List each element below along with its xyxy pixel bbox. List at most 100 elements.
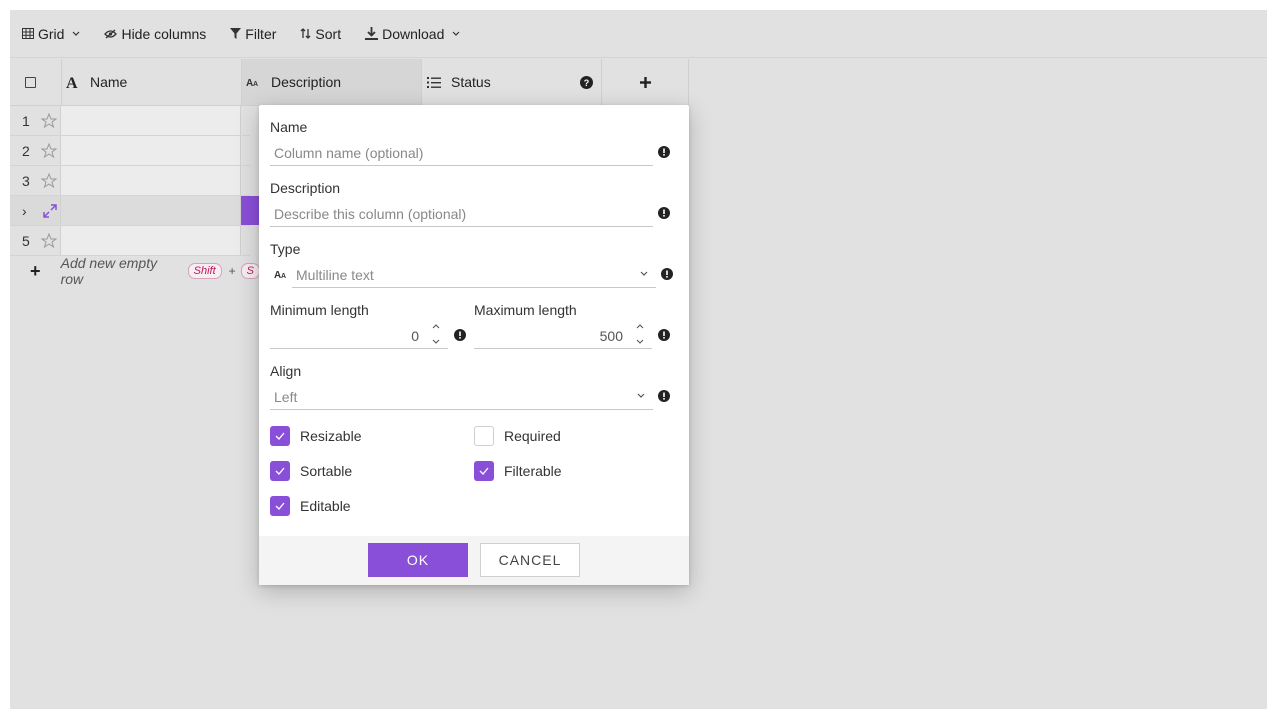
- ok-button[interactable]: OK: [368, 543, 468, 577]
- name-cell[interactable]: [61, 136, 241, 165]
- multiline-text-icon: AA: [246, 78, 258, 88]
- star-icon[interactable]: [41, 233, 57, 248]
- stepper-arrows-icon[interactable]: [635, 323, 645, 345]
- check-icon: [479, 467, 489, 475]
- grid-view-button[interactable]: Grid: [22, 26, 80, 42]
- column-header-status[interactable]: Status ?: [422, 59, 602, 106]
- editable-label: Editable: [300, 498, 351, 514]
- expand-icon[interactable]: [43, 204, 57, 218]
- shortcut-plus: +: [228, 264, 236, 278]
- name-label: Name: [270, 119, 308, 135]
- svg-text:?: ?: [584, 78, 590, 88]
- table-row[interactable]: 5: [10, 226, 250, 256]
- resizable-label: Resizable: [300, 428, 362, 444]
- dialog-footer: OK CANCEL: [259, 536, 689, 585]
- add-row-bar[interactable]: + Add new empty row Shift + S: [10, 255, 260, 287]
- align-label: Align: [270, 363, 302, 379]
- table-row[interactable]: ›: [10, 196, 260, 226]
- minimum-length-label: Minimum length: [270, 302, 369, 318]
- info-icon[interactable]: [658, 146, 670, 158]
- check-icon: [275, 502, 285, 510]
- svg-text:A: A: [253, 81, 258, 88]
- chevron-down-icon: [640, 271, 648, 276]
- hide-columns-button[interactable]: Hide columns: [104, 26, 206, 42]
- help-icon[interactable]: ?: [580, 76, 593, 89]
- multiline-text-icon: AA: [274, 270, 286, 280]
- check-icon: [275, 432, 285, 440]
- list-icon: [427, 76, 441, 88]
- maximum-length-stepper[interactable]: 500: [474, 323, 652, 349]
- toolbar: Grid Hide columns Filter Sort Download: [10, 10, 1267, 58]
- info-icon[interactable]: [658, 390, 670, 402]
- add-row-plus-icon[interactable]: +: [10, 261, 61, 282]
- name-cell[interactable]: [61, 196, 241, 225]
- row-header: 2: [10, 136, 61, 165]
- column-settings-dialog: Name Column name (optional) Description …: [259, 105, 689, 585]
- filterable-label: Filterable: [504, 463, 562, 479]
- plus-icon: [639, 76, 651, 88]
- chevron-down-icon: [73, 31, 80, 36]
- sort-button[interactable]: Sort: [300, 26, 341, 42]
- info-icon[interactable]: [454, 329, 466, 341]
- maximum-length-value: 500: [599, 328, 623, 344]
- filterable-checkbox[interactable]: [474, 461, 494, 481]
- align-select[interactable]: Left: [270, 384, 653, 410]
- star-icon[interactable]: [41, 143, 57, 158]
- description-field[interactable]: Describe this column (optional): [270, 201, 653, 227]
- star-icon[interactable]: [41, 113, 57, 128]
- download-label: Download: [382, 25, 445, 42]
- row-header: ›: [10, 196, 61, 225]
- filter-label: Filter: [245, 25, 277, 42]
- download-icon: [365, 27, 379, 40]
- description-label: Description: [270, 180, 341, 196]
- minimum-length-stepper[interactable]: 0: [270, 323, 448, 349]
- align-value: Left: [274, 389, 298, 405]
- chevron-down-icon: [452, 31, 460, 36]
- sortable-label: Sortable: [300, 463, 353, 479]
- eye-slash-icon: [104, 29, 118, 38]
- required-checkbox[interactable]: [474, 426, 494, 446]
- row-expand-chevron[interactable]: ›: [22, 203, 27, 219]
- download-button[interactable]: Download: [365, 26, 460, 42]
- editable-checkbox[interactable]: [270, 496, 290, 516]
- row-number: 5: [22, 233, 30, 249]
- svg-text:A: A: [281, 273, 286, 280]
- add-column-button[interactable]: [602, 59, 689, 106]
- row-header: 1: [10, 106, 61, 135]
- selected-cell-highlight[interactable]: [241, 196, 260, 225]
- type-select[interactable]: Multiline text: [292, 262, 656, 288]
- sort-icon: [300, 28, 311, 39]
- check-icon: [275, 467, 285, 475]
- table-row[interactable]: 2: [10, 136, 250, 166]
- name-field[interactable]: Column name (optional): [270, 140, 653, 166]
- stepper-arrows-icon[interactable]: [431, 323, 441, 345]
- svg-text:A: A: [66, 75, 78, 89]
- type-label: Type: [270, 241, 301, 257]
- info-icon[interactable]: [661, 268, 673, 280]
- cancel-button[interactable]: CANCEL: [480, 543, 580, 577]
- name-cell[interactable]: [61, 106, 241, 135]
- sort-label: Sort: [315, 25, 342, 42]
- select-all-checkbox[interactable]: [25, 76, 36, 88]
- text-type-icon: A: [66, 75, 78, 89]
- row-number: 2: [22, 143, 30, 159]
- table-row[interactable]: 1: [10, 106, 250, 136]
- sortable-checkbox[interactable]: [270, 461, 290, 481]
- row-number: 3: [22, 173, 30, 189]
- resizable-checkbox[interactable]: [270, 426, 290, 446]
- name-cell[interactable]: [61, 166, 241, 195]
- info-icon[interactable]: [658, 329, 670, 341]
- add-row-label: Add new empty row: [60, 255, 158, 287]
- name-cell[interactable]: [61, 226, 241, 255]
- type-value: Multiline text: [296, 267, 374, 283]
- info-icon[interactable]: [658, 207, 670, 219]
- chevron-down-icon: [637, 393, 645, 398]
- star-icon[interactable]: [41, 173, 57, 188]
- column-header-label: Status: [451, 74, 491, 90]
- column-header-name[interactable]: A Name: [62, 59, 242, 106]
- shortcut-key: S: [240, 263, 260, 279]
- column-header-description[interactable]: AA Description: [242, 59, 422, 106]
- table-row[interactable]: 3: [10, 166, 250, 196]
- filter-button[interactable]: Filter: [230, 26, 276, 42]
- shortcut-key-shift: Shift: [187, 263, 222, 279]
